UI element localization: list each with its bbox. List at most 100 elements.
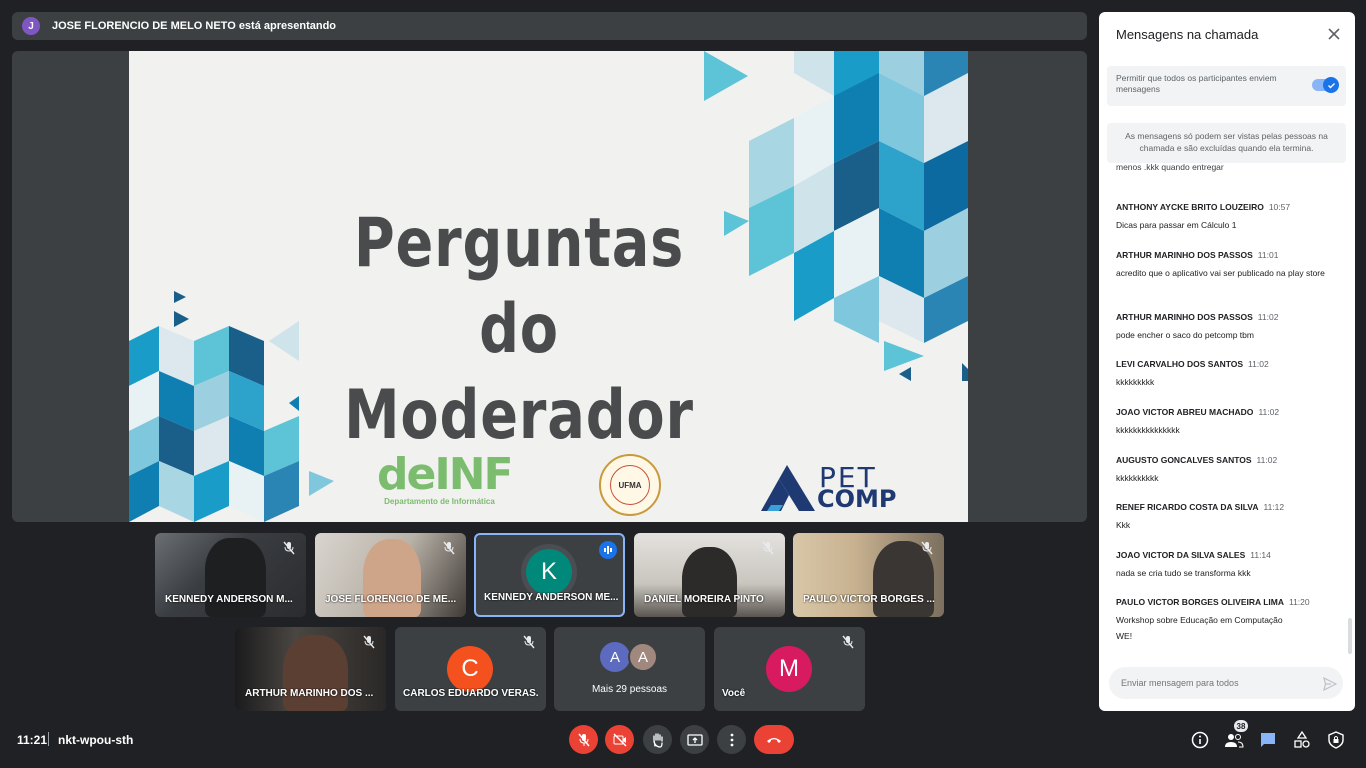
more-options-button[interactable]	[717, 725, 746, 754]
camera-toggle-button[interactable]	[605, 725, 634, 754]
speaking-indicator-icon	[599, 541, 617, 559]
chat-text: Kkk	[1116, 520, 1131, 530]
present-screen-button[interactable]	[680, 725, 709, 754]
chat-notice: As mensagens só podem ser vistas pelas p…	[1107, 123, 1346, 163]
participant-tile-active-speaker[interactable]: K KENNEDY ANDERSON ME...	[474, 533, 625, 617]
chat-panel: Mensagens na chamada Permitir que todos …	[1099, 12, 1355, 711]
participant-name: ARTHUR MARINHO DOS ...	[245, 688, 374, 699]
participant-tile[interactable]: JOSE FLORENCIO DE ME...	[315, 533, 466, 617]
chat-sender: ARTHUR MARINHO DOS PASSOS	[1116, 250, 1253, 260]
chat-message: LEVI CARVALHO DOS SANTOS 11:02 kkkkkkkkk	[1116, 354, 1336, 389]
chat-text: nada se cria tudo se transforma kkk	[1116, 568, 1251, 578]
chat-text: acredito que o aplicativo vai ser public…	[1116, 268, 1325, 278]
slide-decoration-top-right	[704, 51, 968, 381]
more-participants-label: Mais 29 pessoas	[591, 684, 668, 695]
self-tile[interactable]: M Você	[714, 627, 865, 711]
chat-message: PAULO VICTOR BORGES OLIVEIRA LIMA 11:20 W…	[1116, 592, 1336, 627]
petcomp-logo: PET COMP	[761, 461, 911, 513]
slide-triangle-small	[174, 291, 186, 303]
leave-call-button[interactable]	[754, 725, 794, 754]
chat-button[interactable]	[1258, 730, 1278, 750]
check-icon	[1327, 82, 1335, 88]
present-screen-icon	[686, 733, 703, 746]
participants-button[interactable]	[1224, 730, 1244, 750]
chat-text: WE!	[1116, 631, 1133, 641]
shield-lock-icon	[1328, 731, 1344, 749]
presentation-stage[interactable]: Perguntas do Moderador deINF Departament…	[12, 51, 1087, 522]
participant-name: PAULO VICTOR BORGES ...	[803, 594, 935, 605]
participant-name: JOSE FLORENCIO DE ME...	[325, 594, 457, 605]
chat-time: 11:02	[1257, 312, 1279, 322]
microphone-toggle-button[interactable]	[569, 725, 598, 754]
raise-hand-icon	[652, 732, 663, 748]
mic-off-icon	[523, 635, 535, 649]
chat-sender: LEVI CARVALHO DOS SANTOS	[1116, 359, 1244, 369]
self-avatar: M	[766, 646, 812, 692]
host-controls-button[interactable]	[1326, 730, 1346, 750]
toggle-knob	[1323, 77, 1339, 93]
chat-sender: JOAO VICTOR DA SILVA SALES	[1116, 550, 1246, 560]
definf-logo-subtitle: Departamento de Informática	[384, 497, 495, 506]
participant-figure	[363, 539, 421, 617]
chat-message-input[interactable]	[1109, 667, 1343, 699]
people-icon	[1225, 734, 1244, 748]
close-icon[interactable]	[1327, 27, 1341, 41]
chat-message-partial: menos .kkk quando entregar	[1116, 162, 1224, 172]
mic-off-icon	[842, 635, 854, 649]
chat-time: 11:12	[1263, 502, 1285, 512]
presenter-bar: J JOSE FLORENCIO DE MELO NETO está apres…	[12, 12, 1087, 40]
petcomp-logo-comp: COMP	[817, 485, 897, 513]
more-vertical-icon	[730, 733, 733, 746]
participant-figure	[205, 538, 266, 617]
participant-figure	[283, 635, 348, 711]
info-icon	[1191, 731, 1209, 749]
raise-hand-button[interactable]	[643, 725, 672, 754]
participant-tile[interactable]: KENNEDY ANDERSON M...	[155, 533, 306, 617]
chat-message: AUGUSTO GONCALVES SANTOS 11:02 kkkkkkkkkk	[1116, 450, 1336, 485]
definf-logo: deINF Departamento de Informática	[377, 453, 514, 507]
chat-sender: JOAO VICTOR ABREU MACHADO	[1116, 407, 1254, 417]
chat-message: ARTHUR MARINHO DOS PASSOS 11:01 acredito …	[1116, 245, 1336, 280]
chat-message: RENEF RICARDO COSTA DA SILVA 11:12 Kkk	[1116, 497, 1336, 532]
activities-button[interactable]	[1292, 730, 1312, 750]
bottom-separator	[48, 732, 49, 746]
send-icon[interactable]	[1323, 677, 1337, 691]
chat-message: ARTHUR MARINHO DOS PASSOS 11:02 pode ench…	[1116, 307, 1336, 342]
participant-name: CARLOS EDUARDO VERAS...	[403, 688, 538, 699]
participant-tile[interactable]: C CARLOS EDUARDO VERAS...	[395, 627, 546, 711]
slide-title-line2: Moderador	[344, 376, 694, 455]
chat-text: kkkkkkkkkk	[1116, 473, 1159, 483]
activities-icon	[1294, 731, 1310, 748]
meeting-details-button[interactable]	[1190, 730, 1210, 750]
petcomp-mark-icon	[761, 465, 815, 511]
chat-text: pode encher o saco do petcomp tbm	[1116, 330, 1254, 340]
mic-off-icon	[577, 733, 590, 746]
chat-text: kkkkkkkkkkkkkkk	[1116, 425, 1180, 435]
chat-time: 11:01	[1257, 250, 1279, 260]
meeting-clock: 11:21	[17, 733, 48, 747]
participant-avatar: A	[600, 642, 630, 672]
more-participants-tile[interactable]: A A Mais 29 pessoas	[554, 627, 705, 711]
participant-tile[interactable]: ARTHUR MARINHO DOS ...	[235, 627, 386, 711]
slide-title-line1: Perguntas do	[353, 204, 685, 369]
chat-scrollbar[interactable]	[1348, 618, 1352, 654]
chat-time: 11:14	[1250, 550, 1271, 560]
mic-off-icon	[283, 541, 295, 555]
participant-figure	[682, 547, 737, 617]
chat-text: kkkkkkkkk	[1116, 377, 1155, 387]
allow-messages-setting: Permitir que todos os participantes envi…	[1107, 66, 1346, 106]
participant-tile[interactable]: PAULO VICTOR BORGES ...	[793, 533, 944, 617]
participant-tile[interactable]: DANIEL MOREIRA PINTO	[634, 533, 785, 617]
participant-avatar: C	[447, 646, 493, 692]
allow-messages-toggle[interactable]	[1312, 77, 1339, 93]
chat-message: JOAO VICTOR DA SILVA SALES 11:14 nada se …	[1116, 545, 1336, 580]
presenter-label: JOSE FLORENCIO DE MELO NETO está apresen…	[52, 20, 337, 32]
slide-title: Perguntas do Moderador	[322, 201, 716, 459]
chat-text: Workshop sobre Educação em Computação	[1116, 615, 1283, 625]
presenter-avatar: J	[22, 17, 40, 35]
chat-sender: PAULO VICTOR BORGES OLIVEIRA LIMA	[1116, 597, 1284, 607]
chat-time: 11:02	[1258, 407, 1280, 417]
chat-sender: ARTHUR MARINHO DOS PASSOS	[1116, 312, 1253, 322]
hang-up-icon	[767, 737, 781, 743]
chat-text: Dicas para passar em Cálculo 1	[1116, 220, 1237, 230]
